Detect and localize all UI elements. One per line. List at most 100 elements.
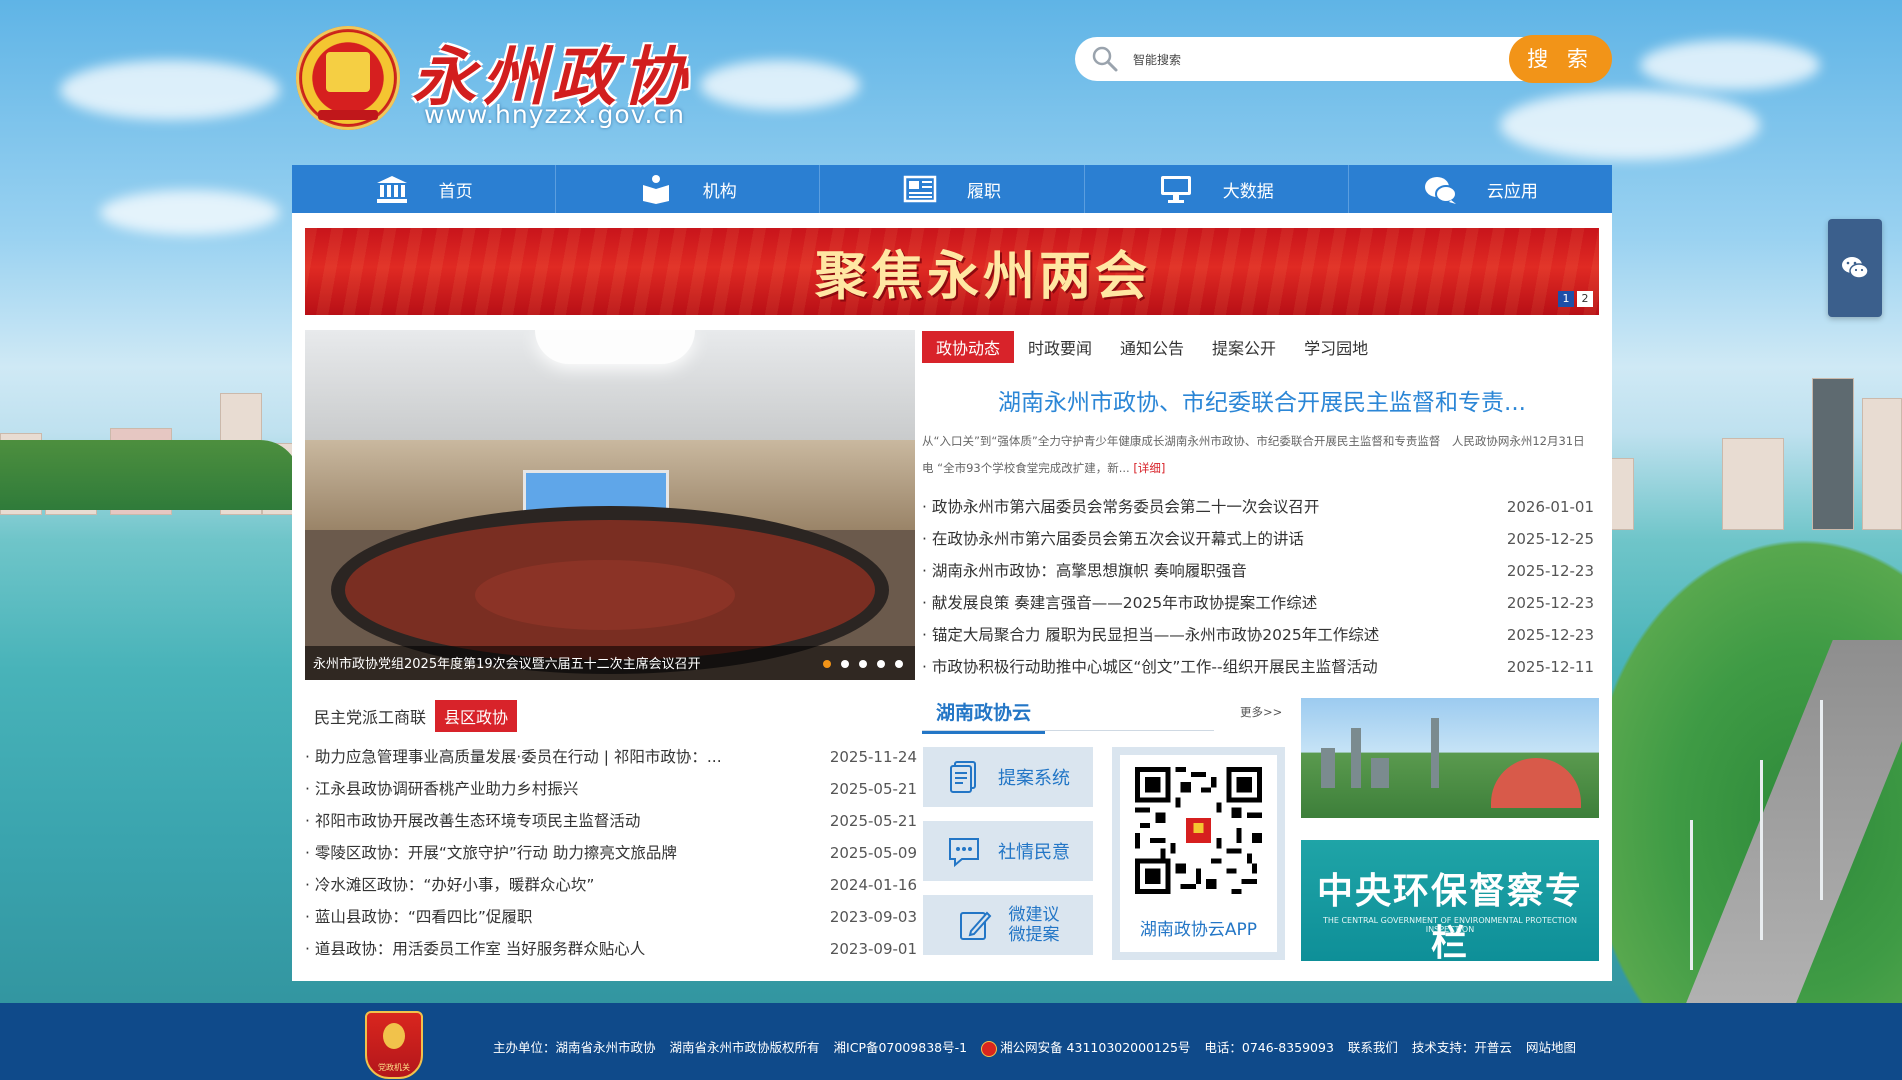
list-item[interactable]: · 祁阳市政协开展改善生态环境专项民主监督活动 2025-05-21: [305, 805, 917, 837]
public-opinion-button[interactable]: 社情民意: [923, 821, 1093, 881]
news-summary-text: 从“入口关”到“强体质”全力守护青少年健康成长湖南永州市政协、市纪委联合开展民主…: [922, 434, 1585, 475]
news-title: · 在政协永州市第六届委员会第五次会议开幕式上的讲话: [922, 530, 1304, 548]
cppcc-emblem-logo[interactable]: [296, 26, 400, 130]
slider-dot[interactable]: [841, 660, 849, 668]
news-headline[interactable]: 湖南永州市政协、市纪委联合开展民主监督和专责...: [922, 383, 1602, 417]
qr-code-icon: [1135, 767, 1262, 894]
app-label: 社情民意: [998, 842, 1070, 863]
tab-study[interactable]: 学习园地: [1290, 331, 1382, 363]
banner-page-2[interactable]: 2: [1577, 291, 1593, 307]
proposal-system-button[interactable]: 提案系统: [923, 747, 1093, 807]
news-tabs: 政协动态 时政要闻 通知公告 提案公开 学习园地: [922, 331, 1382, 363]
news-date: 2025-05-09: [829, 844, 917, 862]
banner-page-1[interactable]: 1: [1558, 291, 1574, 307]
police-badge-icon: [981, 1040, 998, 1057]
search-icon: [1092, 46, 1118, 72]
slider-dot[interactable]: [859, 660, 867, 668]
tab-proposals[interactable]: 提案公开: [1198, 331, 1290, 363]
site-url: www.hnyzzx.gov.cn: [424, 100, 686, 129]
app-qr-card[interactable]: 湖南政协云APP: [1112, 747, 1285, 960]
news-date: 2024-01-16: [829, 876, 917, 894]
news-title: · 政协永州市第六届委员会常务委员会第二十一次会议召开: [922, 498, 1320, 516]
search-button[interactable]: 搜 索: [1509, 35, 1612, 83]
news-date: 2025-12-23: [1506, 626, 1594, 644]
nav-item-home[interactable]: 首页: [292, 165, 557, 213]
tab-notices[interactable]: 通知公告: [1106, 331, 1198, 363]
news-date: 2025-12-25: [1506, 530, 1594, 548]
env-inspection-banner[interactable]: 中央环保督察专栏 THE CENTRAL GOVERNMENT OF ENVIR…: [1301, 840, 1599, 964]
app-label: 微提案: [1008, 925, 1060, 945]
news-list: · 政协永州市第六届委员会常务委员会第二十一次会议召开 2026-01-01 · …: [922, 491, 1594, 683]
list-item[interactable]: · 道县政协：用活委员工作室 当好服务群众贴心人 2023-09-01: [305, 933, 917, 965]
institution-icon: [376, 176, 407, 203]
tab-cppcc-news[interactable]: 政协动态: [922, 331, 1015, 363]
banner-pager: 1 2: [1558, 291, 1593, 307]
news-date: 2026-01-01: [1506, 498, 1594, 516]
cloud-chat-icon: [1424, 177, 1457, 204]
footer-sitemap-link[interactable]: 网站地图: [1526, 1037, 1576, 1056]
two-sessions-banner[interactable]: 聚焦永州两会 1 2: [305, 228, 1599, 315]
footer-icp[interactable]: 湘ICP备07009838号-1: [834, 1037, 968, 1056]
nav-item-organization[interactable]: 机构: [556, 165, 821, 213]
env-inspection-title: 中央环保督察专栏: [1316, 871, 1583, 964]
list-item[interactable]: · 冷水滩区政协：“办好小事，暖群众心坎” 2024-01-16: [305, 869, 917, 901]
news-title: · 助力应急管理事业高质量发展·委员在行动 | 祁阳市政协：...: [305, 748, 722, 766]
list-item[interactable]: · 助力应急管理事业高质量发展·委员在行动 | 祁阳市政协：... 2025-11…: [305, 741, 917, 773]
photo-slider[interactable]: 永州市政协党组2025年度第19次会议暨六届五十二次主席会议召开: [305, 330, 915, 680]
news-title: · 祁阳市政协开展改善生态环境专项民主监督活动: [305, 812, 641, 830]
slider-caption[interactable]: 永州市政协党组2025年度第19次会议暨六届五十二次主席会议召开: [313, 653, 701, 672]
site-footer: 党政机关 主办单位：湖南省永州市政协 湖南省永州市政协版权所有 湘ICP备070…: [0, 1003, 1902, 1080]
cloud-more-link[interactable]: 更多>>: [1240, 704, 1282, 720]
monitor-icon: [1160, 176, 1191, 203]
list-item[interactable]: · 政协永州市第六届委员会常务委员会第二十一次会议召开 2026-01-01: [922, 491, 1594, 523]
list-item[interactable]: · 锚定大局聚合力 履职为民显担当——永州市政协2025年工作综述 2025-12…: [922, 619, 1594, 651]
list-item[interactable]: · 江永县政协调研香桃产业助力乡村振兴 2025-05-21: [305, 773, 917, 805]
list-item[interactable]: · 零陵区政协：开展“文旅守护”行动 助力擦亮文旅品牌 2025-05-09: [305, 837, 917, 869]
news-title: · 湖南永州市政协：高擎思想旗帜 奏响履职强音: [922, 562, 1247, 580]
news-date: 2025-11-24: [829, 748, 917, 766]
newspaper-icon: [903, 175, 937, 203]
footer-copyright: 湖南省永州市政协版权所有: [669, 1040, 820, 1056]
footer-contact-link[interactable]: 联系我们: [1348, 1037, 1398, 1056]
county-news-list: · 助力应急管理事业高质量发展·委员在行动 | 祁阳市政协：... 2025-11…: [305, 741, 917, 965]
list-item[interactable]: · 献发展良策 奏建言强音——2025年市政协提案工作综述 2025-12-23: [922, 587, 1594, 619]
nav-label: 首页: [438, 181, 473, 202]
footer-support: 技术支持：开普云: [1411, 1040, 1512, 1056]
nav-item-cloud-apps[interactable]: 云应用: [1349, 165, 1612, 213]
tab-county-cppcc[interactable]: 县区政协: [435, 700, 518, 732]
main-nav: 首页 机构 履职 大数据 云应用: [292, 165, 1612, 213]
app-label: 微建议: [1008, 905, 1060, 925]
slider-dot[interactable]: [823, 660, 831, 668]
list-item[interactable]: · 在政协永州市第六届委员会第五次会议开幕式上的讲话 2025-12-25: [922, 523, 1594, 555]
footer-police-record[interactable]: 湘公网安备 43110302000125号: [981, 1037, 1190, 1057]
nav-item-big-data[interactable]: 大数据: [1085, 165, 1349, 213]
slider-dot[interactable]: [877, 660, 885, 668]
news-title: · 江永县政协调研香桃产业助力乡村振兴: [305, 780, 579, 798]
tab-current-affairs[interactable]: 时政要闻: [1014, 331, 1106, 363]
news-detail-link[interactable]: [详细]: [1133, 461, 1165, 475]
badge-text: 党政机关: [378, 1063, 410, 1072]
nav-item-duty[interactable]: 履职: [820, 165, 1085, 213]
cloud-section-title[interactable]: 湖南政协云: [922, 698, 1046, 734]
news-title: · 蓝山县政协：“四看四比”促履职: [305, 908, 533, 926]
tab-parties-federation[interactable]: 民主党派工商联: [305, 700, 435, 732]
micro-proposal-button[interactable]: 微建议 微提案: [923, 895, 1093, 955]
news-title: · 锚定大局聚合力 履职为民显担当——永州市政协2025年工作综述: [922, 626, 1380, 644]
party-government-org-badge[interactable]: 党政机关: [365, 1011, 423, 1079]
app-label: 提案系统: [998, 768, 1070, 789]
wechat-share-button[interactable]: [1828, 219, 1882, 317]
news-title: · 道县政协：用活委员工作室 当好服务群众贴心人: [305, 940, 646, 958]
list-item[interactable]: · 湖南永州市政协：高擎思想旗帜 奏响履职强音 2025-12-23: [922, 555, 1594, 587]
list-item[interactable]: · 市政协积极行动助推中心城区“创文”工作--组织开展民主监督活动 2025-12…: [922, 651, 1594, 683]
news-date: 2023-09-03: [829, 908, 917, 926]
app-label-stack: 微建议 微提案: [1009, 905, 1060, 945]
footer-phone: 电话：0746-8359093: [1204, 1040, 1334, 1056]
news-date: 2025-12-23: [1506, 594, 1594, 612]
search-input[interactable]: [1131, 45, 1475, 75]
slider-dot[interactable]: [895, 660, 903, 668]
edit-icon: [959, 911, 991, 940]
news-title: · 零陵区政协：开展“文旅守护”行动 助力擦亮文旅品牌: [305, 844, 677, 862]
book-person-icon: [642, 175, 669, 204]
city-photo-thumbnail[interactable]: [1301, 698, 1599, 818]
list-item[interactable]: · 蓝山县政协：“四看四比”促履职 2023-09-03: [305, 901, 917, 933]
